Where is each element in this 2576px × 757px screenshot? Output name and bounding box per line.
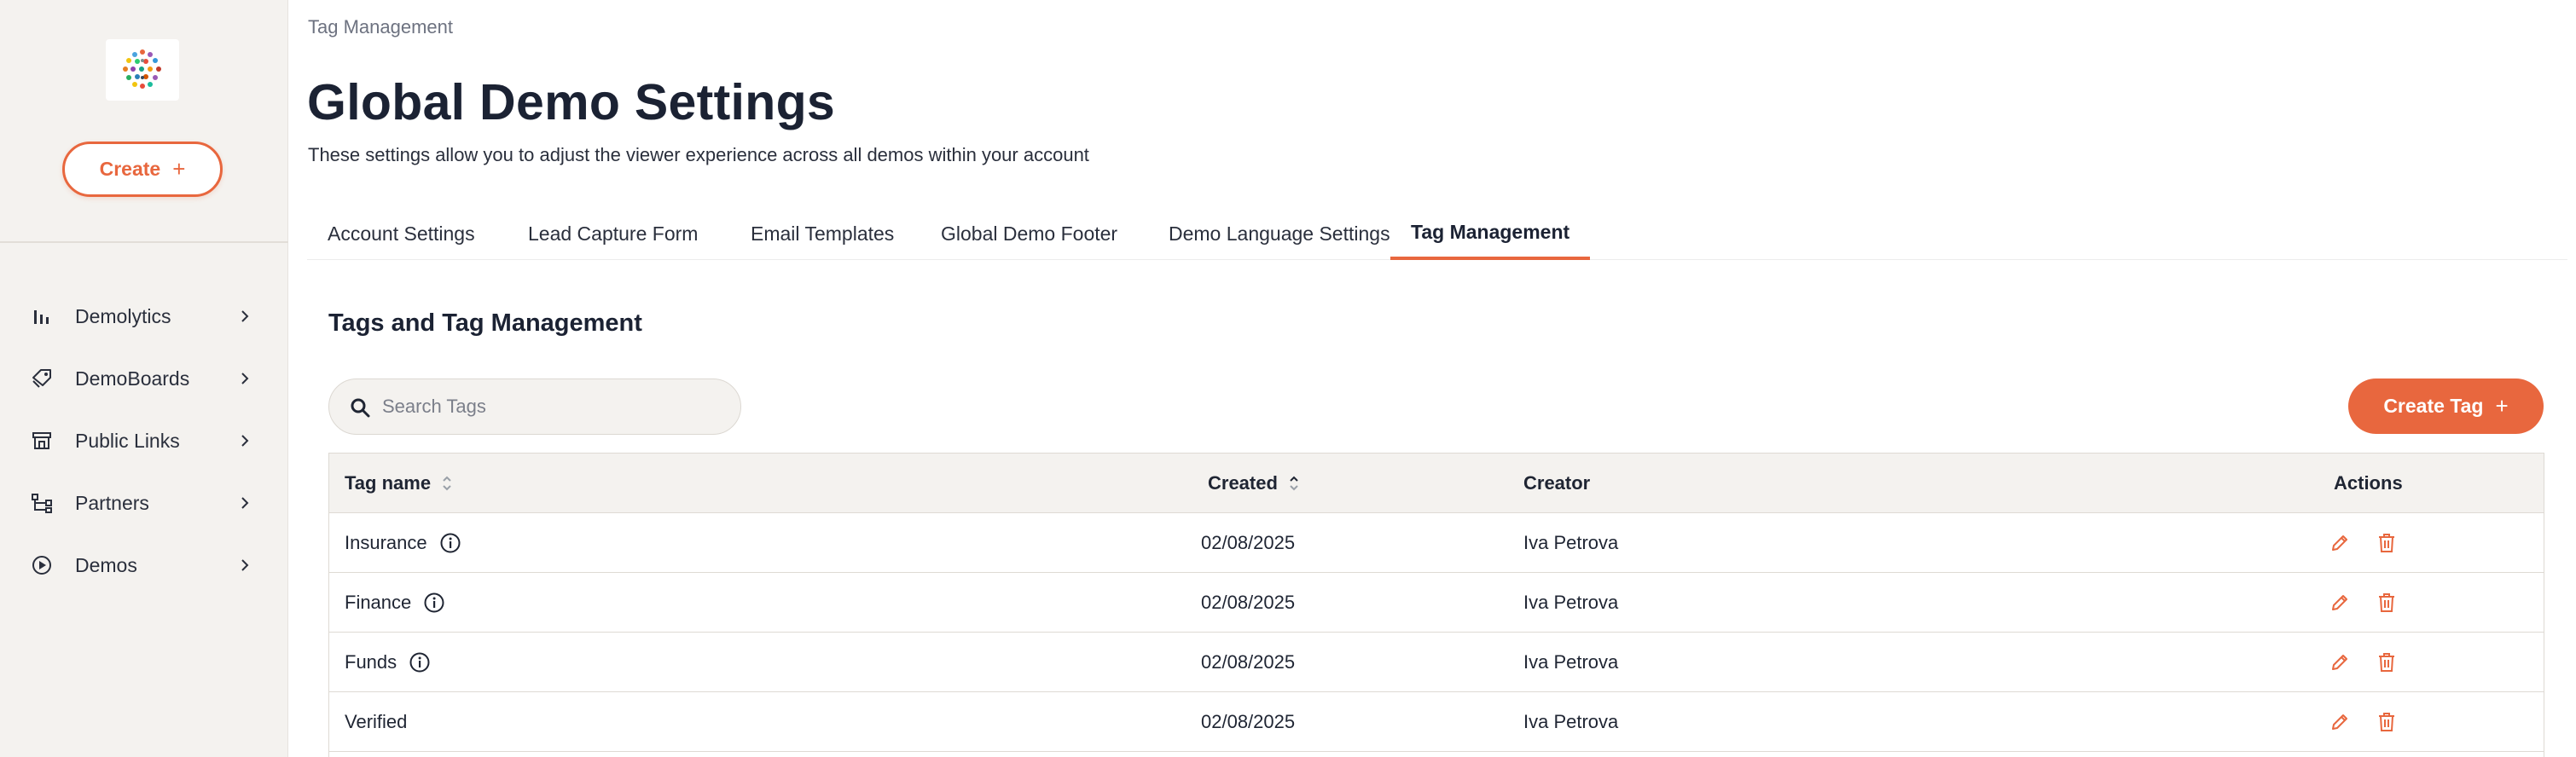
edit-pencil-icon[interactable] bbox=[2329, 592, 2350, 613]
breadcrumb[interactable]: Tag Management bbox=[308, 16, 453, 38]
create-button-label: Create bbox=[99, 158, 161, 180]
creator-name: Iva Petrova bbox=[1523, 592, 1619, 613]
sort-ascending-icon[interactable] bbox=[1288, 474, 1300, 493]
sidebar-item-label: Public Links bbox=[75, 429, 180, 452]
sidebar-item-partners[interactable]: Partners bbox=[0, 479, 288, 527]
sidebar: Create + Demolytics DemoBoards Public Li… bbox=[0, 0, 288, 757]
table-row: Finance 02/08/2025 Iva Petrova bbox=[329, 573, 2544, 633]
created-date: 02/08/2025 bbox=[1201, 651, 1296, 673]
creator-name: Iva Petrova bbox=[1523, 532, 1619, 553]
tag-name-cell: Funds bbox=[345, 633, 431, 692]
tag-stack-icon bbox=[30, 367, 54, 390]
edit-pencil-icon[interactable] bbox=[2329, 712, 2350, 732]
search-placeholder: Search Tags bbox=[382, 396, 486, 417]
sidebar-item-label: DemoBoards bbox=[75, 367, 190, 390]
delete-trash-icon[interactable] bbox=[2376, 592, 2397, 613]
page-title: Global Demo Settings bbox=[307, 74, 836, 130]
main-content: Tag Management Global Demo Settings Thes… bbox=[288, 0, 2576, 757]
table-row: Verified 02/08/2025 Iva Petrova bbox=[329, 692, 2544, 752]
tags-table: Tag name Created Creator Actions Insuran… bbox=[328, 453, 2544, 757]
sidebar-item-demolytics[interactable]: Demolytics bbox=[0, 292, 288, 340]
creator-name: Iva Petrova bbox=[1523, 651, 1619, 673]
partner-network-icon bbox=[30, 491, 54, 515]
search-input[interactable]: Search Tags bbox=[328, 378, 741, 435]
plus-icon: + bbox=[172, 156, 186, 182]
delete-trash-icon[interactable] bbox=[2376, 533, 2397, 553]
sidebar-item-demos[interactable]: Demos bbox=[0, 541, 288, 589]
created-date: 02/08/2025 bbox=[1201, 592, 1296, 613]
info-icon[interactable] bbox=[439, 532, 461, 554]
sidebar-divider bbox=[0, 241, 288, 243]
tag-name-cell: Insurance bbox=[345, 513, 461, 573]
edit-pencil-icon[interactable] bbox=[2329, 652, 2350, 673]
creator-name: Iva Petrova bbox=[1523, 711, 1619, 732]
table-row: Insurance 02/08/2025 Iva Petrova bbox=[329, 513, 2544, 573]
edit-pencil-icon[interactable] bbox=[2329, 533, 2350, 553]
chevron-right-icon bbox=[237, 495, 252, 511]
tag-name: Verified bbox=[345, 711, 408, 732]
create-tag-label: Create Tag bbox=[2383, 395, 2484, 417]
tag-name-cell: Verified bbox=[345, 692, 407, 752]
column-label: Tag name bbox=[345, 472, 432, 494]
column-creator: Creator bbox=[1523, 472, 1591, 494]
table-row: Funds 02/08/2025 Iva Petrova bbox=[329, 633, 2544, 692]
chevron-right-icon bbox=[237, 558, 252, 573]
info-icon[interactable] bbox=[423, 592, 445, 614]
sidebar-item-label: Demolytics bbox=[75, 304, 171, 327]
tag-name-cell: Finance bbox=[345, 573, 445, 633]
tab-email-templates[interactable]: Email Templates bbox=[730, 208, 914, 260]
search-icon bbox=[351, 398, 370, 418]
created-date: 02/08/2025 bbox=[1201, 532, 1296, 553]
create-tag-button[interactable]: Create Tag + bbox=[2348, 378, 2544, 434]
tab-global-demo-footer[interactable]: Global Demo Footer bbox=[920, 208, 1138, 260]
column-tag-name[interactable]: Tag name bbox=[345, 454, 453, 513]
plus-icon: + bbox=[2495, 393, 2509, 419]
storefront-icon bbox=[30, 429, 54, 453]
delete-trash-icon[interactable] bbox=[2376, 652, 2397, 673]
table-header: Tag name Created Creator Actions bbox=[329, 454, 2544, 513]
chevron-right-icon bbox=[237, 371, 252, 386]
create-button[interactable]: Create + bbox=[62, 142, 223, 197]
logo-mosaic-icon bbox=[123, 49, 161, 89]
page-description: These settings allow you to adjust the v… bbox=[308, 144, 1089, 165]
section-title: Tags and Tag Management bbox=[328, 309, 642, 337]
sidebar-item-public-links[interactable]: Public Links bbox=[0, 417, 288, 465]
chevron-right-icon bbox=[237, 433, 252, 448]
chevron-right-icon bbox=[237, 309, 252, 324]
column-created[interactable]: Created bbox=[1208, 454, 1300, 513]
sort-neutral-icon[interactable] bbox=[441, 474, 453, 493]
play-circle-icon bbox=[30, 553, 54, 577]
tab-demo-language-settings[interactable]: Demo Language Settings bbox=[1148, 208, 1411, 260]
sidebar-item-label: Demos bbox=[75, 553, 137, 576]
column-actions: Actions bbox=[2334, 472, 2403, 494]
column-label: Created bbox=[1208, 472, 1278, 494]
tag-name: Insurance bbox=[345, 532, 427, 553]
tab-account-settings[interactable]: Account Settings bbox=[307, 208, 496, 260]
tag-name: Finance bbox=[345, 592, 412, 613]
tag-name: Funds bbox=[345, 651, 397, 673]
sidebar-item-demoboards[interactable]: DemoBoards bbox=[0, 355, 288, 402]
info-icon[interactable] bbox=[409, 651, 431, 673]
delete-trash-icon[interactable] bbox=[2376, 712, 2397, 732]
created-date: 02/08/2025 bbox=[1201, 711, 1296, 732]
sidebar-item-label: Partners bbox=[75, 491, 149, 514]
company-logo[interactable] bbox=[106, 39, 179, 101]
settings-tabs: Account Settings Lead Capture Form Email… bbox=[307, 208, 2567, 260]
bar-chart-icon bbox=[30, 304, 54, 328]
tab-tag-management[interactable]: Tag Management bbox=[1390, 208, 1591, 260]
tab-lead-capture-form[interactable]: Lead Capture Form bbox=[508, 208, 718, 260]
